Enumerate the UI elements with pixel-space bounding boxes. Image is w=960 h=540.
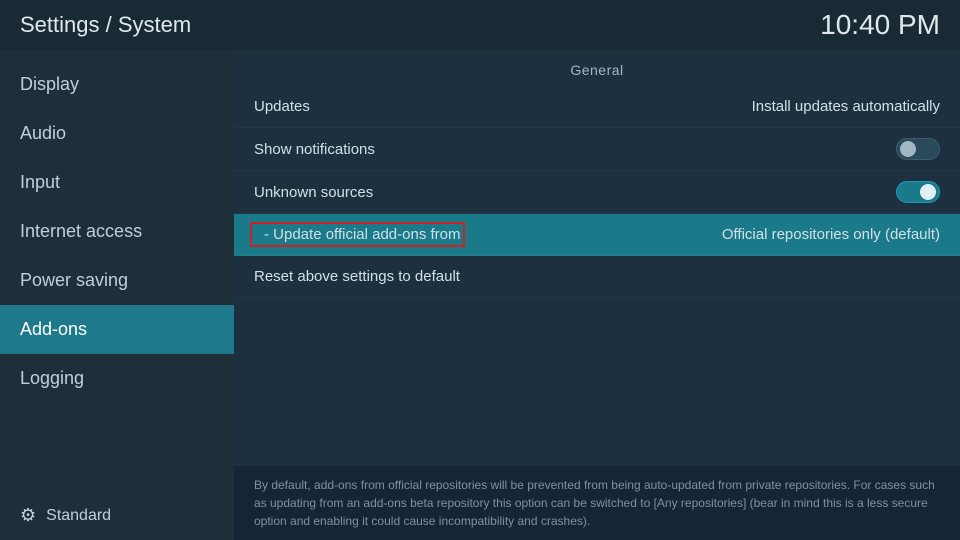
toggle-knob-show-notifications bbox=[900, 141, 916, 157]
setting-row-show-notifications[interactable]: Show notifications bbox=[234, 128, 960, 171]
setting-label-reset-settings: Reset above settings to default bbox=[254, 268, 460, 285]
sidebar-item-input[interactable]: Input bbox=[0, 158, 234, 207]
settings-list: Updates Install updates automatically Show… bbox=[234, 86, 960, 298]
setting-row-updates[interactable]: Updates Install updates automatically bbox=[234, 86, 960, 128]
setting-value-update-official-addons: Official repositories only (default) bbox=[722, 226, 940, 243]
description-text: By default, add-ons from official reposi… bbox=[234, 466, 960, 540]
sidebar-item-logging[interactable]: Logging bbox=[0, 354, 234, 403]
toggle-knob-unknown-sources bbox=[920, 184, 936, 200]
page-title: Settings / System bbox=[20, 12, 191, 38]
gear-icon: ⚙ bbox=[20, 505, 36, 526]
setting-value-updates: Install updates automatically bbox=[752, 98, 940, 115]
sidebar-footer[interactable]: ⚙ Standard bbox=[0, 491, 234, 540]
sidebar-item-audio[interactable]: Audio bbox=[0, 109, 234, 158]
toggle-unknown-sources[interactable] bbox=[896, 181, 940, 203]
profile-label: Standard bbox=[46, 507, 111, 525]
setting-label-unknown-sources: Unknown sources bbox=[254, 184, 373, 201]
sidebar-item-power-saving[interactable]: Power saving bbox=[0, 256, 234, 305]
section-header: General bbox=[234, 50, 960, 86]
clock: 10:40 PM bbox=[820, 9, 940, 41]
settings-content: General Updates Install updates automatic… bbox=[234, 50, 960, 466]
sidebar-item-add-ons[interactable]: Add-ons bbox=[0, 305, 234, 354]
main-content: General Updates Install updates automatic… bbox=[234, 50, 960, 540]
sidebar-nav: DisplayAudioInputInternet accessPower sa… bbox=[0, 60, 234, 403]
setting-label-show-notifications: Show notifications bbox=[254, 141, 375, 158]
setting-row-reset-settings[interactable]: Reset above settings to default bbox=[234, 256, 960, 298]
sidebar-item-internet-access[interactable]: Internet access bbox=[0, 207, 234, 256]
sidebar: DisplayAudioInputInternet accessPower sa… bbox=[0, 50, 234, 540]
setting-label-update-official-addons: - Update official add-ons from bbox=[254, 226, 461, 243]
setting-row-update-official-addons[interactable]: - Update official add-ons from Official r… bbox=[234, 214, 960, 256]
toggle-show-notifications[interactable] bbox=[896, 138, 940, 160]
setting-row-unknown-sources[interactable]: Unknown sources bbox=[234, 171, 960, 214]
setting-label-updates: Updates bbox=[254, 98, 310, 115]
sidebar-item-display[interactable]: Display bbox=[0, 60, 234, 109]
header: Settings / System 10:40 PM bbox=[0, 0, 960, 50]
